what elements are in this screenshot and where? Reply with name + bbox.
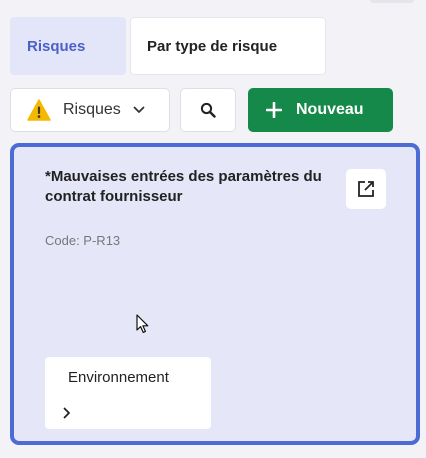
search-button[interactable]: [180, 88, 236, 132]
new-button[interactable]: Nouveau: [248, 88, 393, 132]
plus-icon: [266, 102, 282, 118]
chevron-down-icon: [133, 106, 145, 114]
category-tag[interactable]: Environnement: [45, 357, 211, 429]
open-risk-button[interactable]: [346, 169, 386, 209]
tab-par-type-label: Par type de risque: [147, 37, 278, 55]
toolbar: Risques Nouveau: [10, 88, 394, 132]
chevron-right-icon: [63, 407, 71, 419]
tab-risques-label: Risques: [27, 37, 86, 55]
new-button-label: Nouveau: [296, 101, 364, 118]
top-edge-element: [370, 0, 414, 3]
search-icon: [200, 102, 216, 118]
open-external-icon: [356, 179, 376, 199]
mouse-cursor-icon: [136, 314, 150, 339]
risk-card[interactable]: *Mauvaises entrées des paramètres du con…: [10, 143, 420, 445]
tab-par-type-de-risque[interactable]: Par type de risque: [130, 17, 326, 75]
risk-code: Code: P-R13: [45, 233, 121, 248]
risk-select-label: Risques: [63, 101, 121, 118]
category-tag-label: Environnement: [68, 369, 169, 386]
tab-risques[interactable]: Risques: [10, 17, 126, 75]
warning-icon: [27, 99, 51, 121]
view-tabs: Risques Par type de risque: [10, 17, 326, 75]
risk-card-title: *Mauvaises entrées des paramètres du con…: [45, 168, 322, 205]
risk-type-select[interactable]: Risques: [10, 88, 170, 132]
